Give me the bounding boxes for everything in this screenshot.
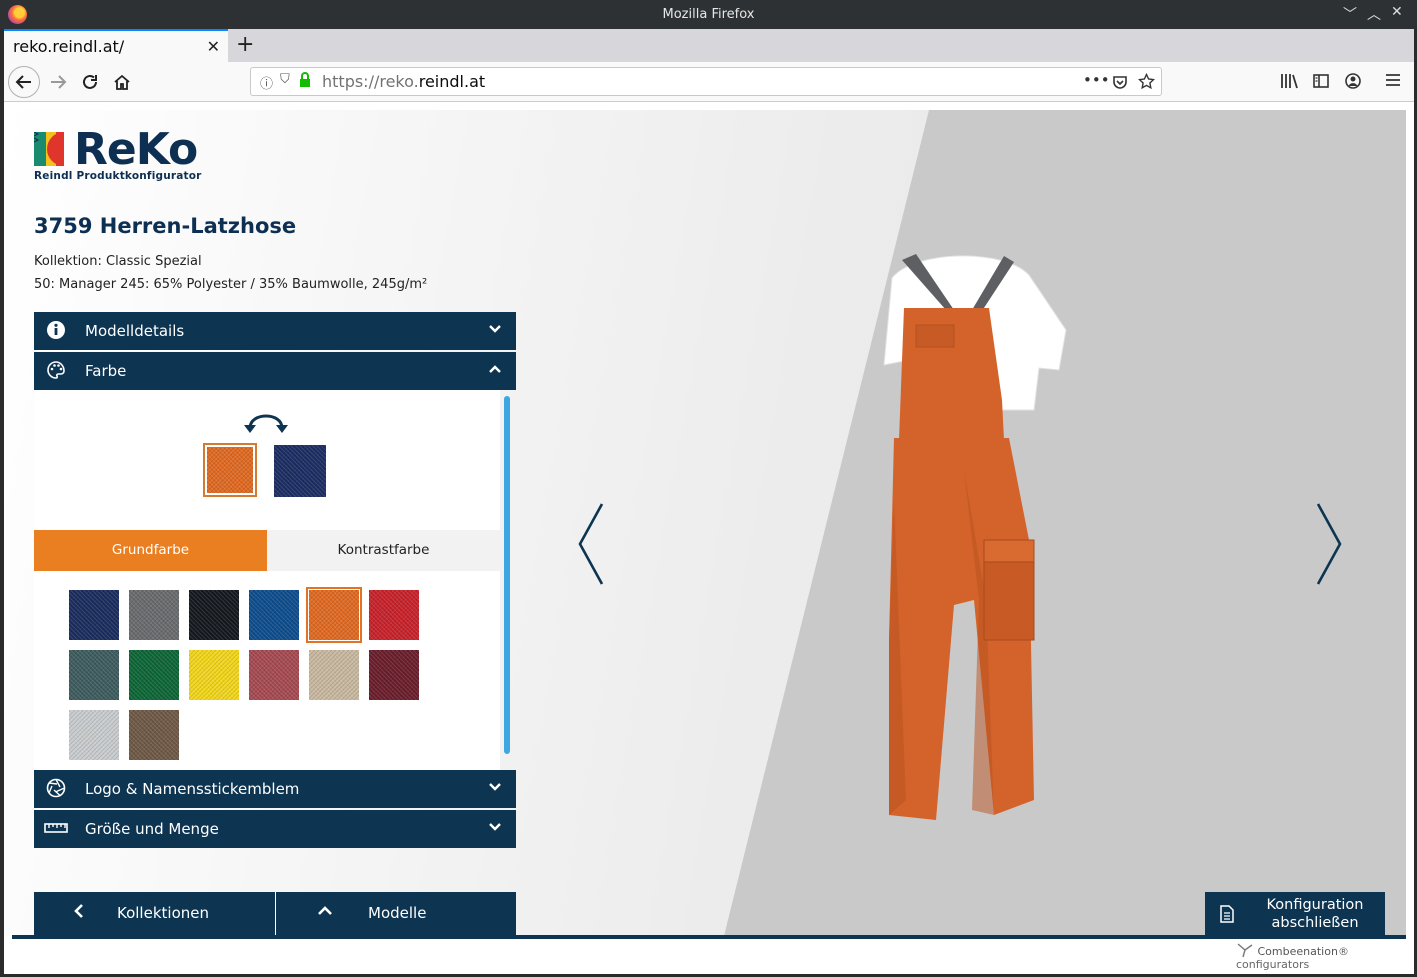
url-text[interactable]: https://reko.reindl.at — [322, 72, 485, 91]
color-swatch[interactable] — [69, 710, 119, 760]
page-actions-icon[interactable]: ••• — [1083, 71, 1110, 89]
color-swatch[interactable] — [309, 650, 359, 700]
chevron-down-icon — [489, 783, 501, 791]
color-swatch[interactable] — [369, 650, 419, 700]
bookmark-star-icon[interactable] — [1138, 73, 1155, 90]
accordion-label-modelldetails: Modelldetails — [85, 322, 185, 340]
maximize-icon[interactable]: ︿ — [1367, 4, 1381, 24]
footer-brand: Combeenation — [1257, 945, 1338, 958]
bottom-accent-line — [12, 935, 1406, 939]
finish-label-line1: Konfiguration — [1266, 897, 1364, 913]
info-icon — [47, 321, 65, 339]
selected-contrast-swatch[interactable] — [274, 445, 326, 497]
color-swatch[interactable] — [249, 590, 299, 640]
lock-icon — [300, 72, 310, 87]
browser-tab[interactable]: reko.reindl.at/ ✕ — [4, 29, 228, 62]
finish-label: Konfiguration abschließen — [1255, 896, 1375, 932]
color-swatch[interactable] — [129, 710, 179, 760]
library-icon[interactable] — [1280, 72, 1298, 90]
combeenation-bee-icon — [1237, 943, 1253, 958]
product-overall-image — [883, 254, 1067, 820]
selected-primary-swatch[interactable] — [203, 443, 257, 497]
swap-colors-icon[interactable] — [244, 406, 288, 436]
forward-arrow-icon — [51, 75, 67, 89]
color-swatch[interactable] — [69, 650, 119, 700]
tab-bar: reko.reindl.at/ ✕ + — [4, 29, 1414, 62]
accordion-label-groesse: Größe und Menge — [85, 820, 219, 838]
pocket-icon[interactable] — [1112, 74, 1128, 90]
tab-close-icon[interactable]: ✕ — [207, 37, 220, 56]
ruler-icon — [44, 823, 68, 833]
palette-icon — [47, 361, 65, 379]
aperture-icon — [46, 778, 66, 798]
site-info-icon[interactable]: ⓘ — [260, 73, 273, 92]
home-icon — [114, 74, 130, 90]
accordion-groesse[interactable]: Größe und Menge — [34, 810, 516, 848]
finish-label-line2: abschließen — [1271, 915, 1359, 931]
bottom-navigation: Kollektionen Modelle — [34, 892, 516, 936]
accordion-label-logo: Logo & Namensstickemblem — [85, 780, 300, 798]
color-subtabs: Grundfarbe Kontrastfarbe — [34, 530, 500, 571]
account-icon[interactable] — [1344, 72, 1362, 90]
product-title: 3759 Herren-Latzhose — [34, 214, 297, 238]
next-view-arrow-icon[interactable] — [1314, 502, 1344, 586]
combeenation-footer[interactable]: Combeenation® configurators — [1236, 942, 1414, 971]
tab-kontrastfarbe[interactable]: Kontrastfarbe — [267, 530, 500, 571]
color-swatch[interactable] — [129, 590, 179, 640]
selected-primary-fill — [207, 447, 253, 493]
chevron-down-icon — [489, 823, 501, 831]
product-collection: Kollektion: Classic Spezial — [34, 254, 202, 269]
logo-wordmark: ReKo — [74, 124, 198, 175]
accordion-modelldetails[interactable]: Modelldetails — [34, 312, 516, 350]
navigation-toolbar: ⓘ ⛉ https://reko.reindl.at ••• — [4, 62, 1414, 102]
forward-button[interactable] — [42, 66, 74, 98]
color-swatch[interactable] — [189, 590, 239, 640]
window-titlebar: Mozilla Firefox ﹀ ︿ ✕ — [0, 0, 1417, 29]
chevron-up-icon — [489, 365, 501, 373]
tracking-shield-icon[interactable]: ⛉ — [280, 72, 290, 87]
hamburger-menu-icon[interactable] — [1385, 72, 1401, 88]
chevron-down-icon — [489, 325, 501, 333]
logo-subtitle: Reindl Produktkonfigurator — [34, 170, 202, 182]
reko-logo-mark-icon — [34, 132, 64, 166]
color-swatch[interactable] — [249, 650, 299, 700]
color-swatch[interactable] — [369, 590, 419, 640]
farbe-scrollbar[interactable] — [504, 396, 510, 754]
accordion-logo[interactable]: Logo & Namensstickemblem — [34, 770, 516, 808]
sidebar-icon[interactable] — [1312, 72, 1330, 90]
new-tab-button[interactable]: + — [236, 32, 254, 57]
modelle-button[interactable]: Modelle — [276, 892, 516, 936]
back-button[interactable] — [8, 66, 40, 98]
kollektionen-label: Kollektionen — [117, 904, 209, 922]
page-viewport: ReKo Reindl Produktkonfigurator 3759 Her… — [4, 102, 1414, 974]
window-title: Mozilla Firefox — [662, 7, 755, 22]
reload-icon — [83, 74, 97, 89]
tab-grundfarbe[interactable]: Grundfarbe — [34, 530, 267, 571]
product-fabric: 50: Manager 245: 65% Polyester / 35% Bau… — [34, 277, 428, 292]
tab-title: reko.reindl.at/ — [13, 37, 125, 56]
chevron-up-icon — [318, 906, 332, 915]
accordion-label-farbe: Farbe — [85, 362, 127, 380]
color-swatch[interactable] — [129, 650, 179, 700]
address-bar[interactable]: ⓘ ⛉ https://reko.reindl.at ••• — [250, 67, 1162, 96]
modelle-label: Modelle — [368, 904, 427, 922]
konfiguration-abschliessen-button[interactable]: Konfiguration abschließen — [1205, 892, 1385, 936]
home-button[interactable] — [106, 66, 138, 98]
close-window-icon[interactable]: ✕ — [1391, 4, 1403, 20]
back-arrow-icon — [15, 75, 31, 89]
color-swatch[interactable] — [69, 590, 119, 640]
document-icon — [1220, 905, 1234, 923]
color-swatch[interactable] — [306, 587, 362, 643]
chevron-left-icon — [74, 904, 83, 918]
color-swatch[interactable] — [189, 650, 239, 700]
reload-button[interactable] — [74, 66, 106, 98]
accordion-farbe[interactable]: Farbe — [34, 352, 516, 390]
reko-logo[interactable]: ReKo Reindl Produktkonfigurator — [34, 124, 239, 186]
minimize-icon[interactable]: ﹀ — [1343, 4, 1357, 24]
kollektionen-button[interactable]: Kollektionen — [34, 892, 275, 936]
previous-view-arrow-icon[interactable] — [576, 502, 606, 586]
